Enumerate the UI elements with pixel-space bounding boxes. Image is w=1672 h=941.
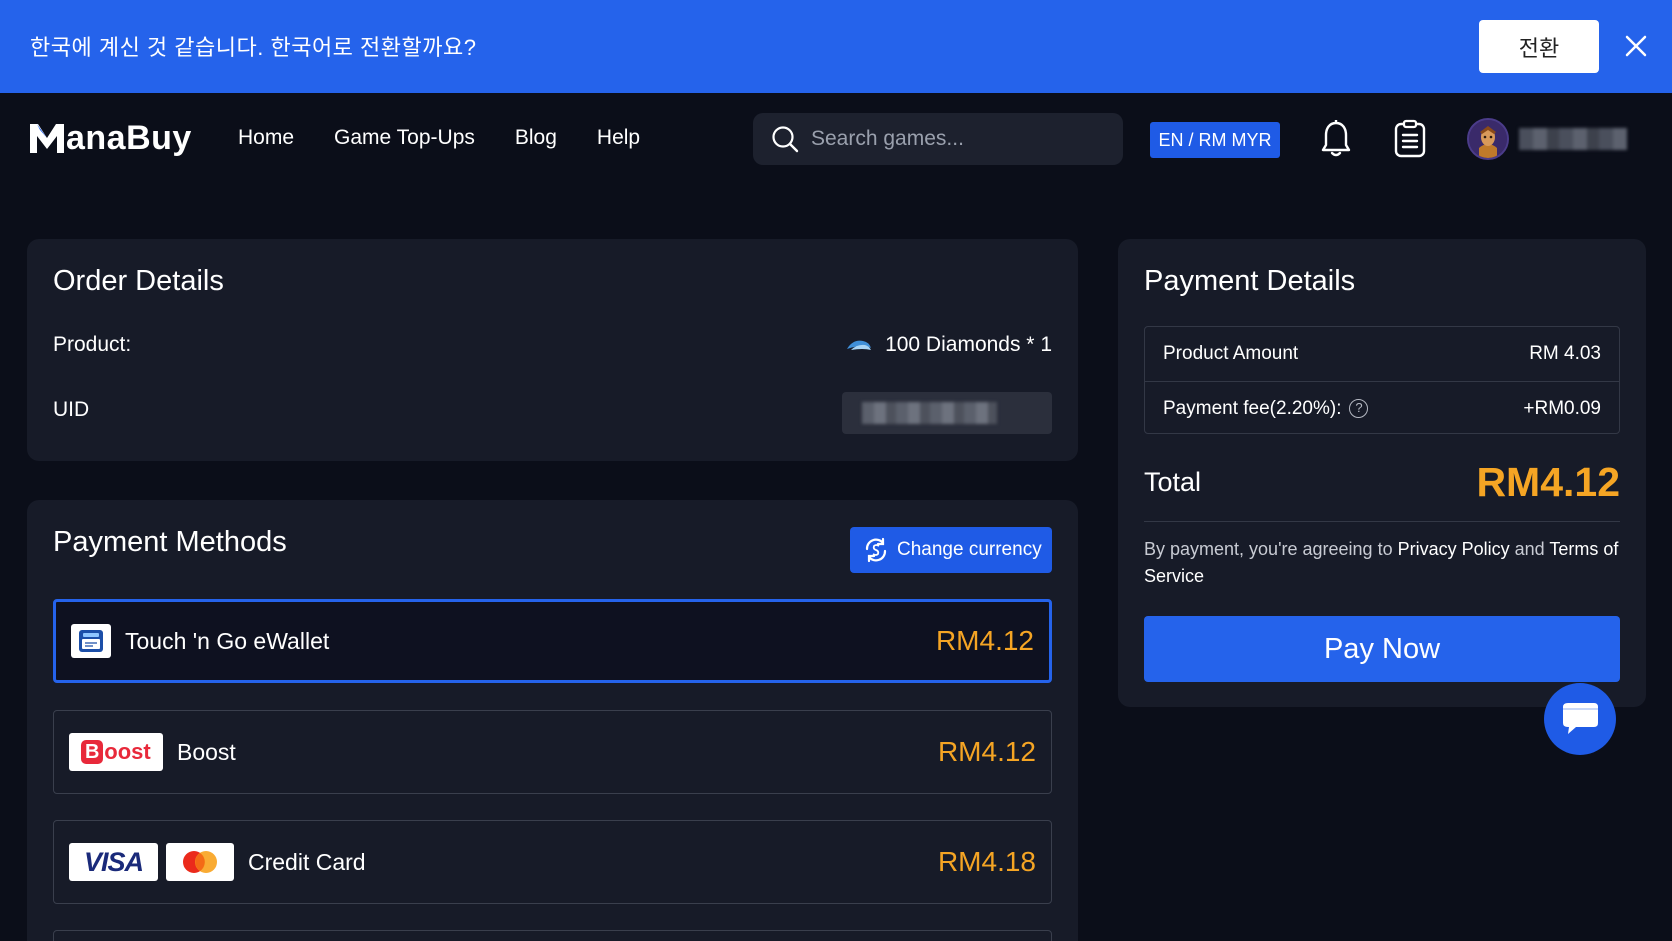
product-amount-row: Product Amount RM 4.03 (1145, 327, 1619, 381)
product-amount-value: RM 4.03 (1529, 343, 1601, 364)
search-bar[interactable] (753, 113, 1123, 165)
payment-method-label: Boost (177, 738, 236, 765)
language-banner-message: 한국에 계신 것 같습니다. 한국어로 전환할까요? (30, 35, 477, 60)
chat-support-button[interactable] (1544, 683, 1616, 755)
nav-home[interactable]: Home (238, 126, 294, 150)
product-name: 100 Diamonds * 1 (885, 333, 1052, 356)
uid-value-redacted (842, 392, 1052, 434)
payment-method-credit-card[interactable]: VISA Credit Card RM4.18 (53, 820, 1052, 904)
nav-blog[interactable]: Blog (515, 126, 557, 150)
brand-m-icon (30, 124, 64, 153)
payment-methods-title: Payment Methods (53, 526, 287, 558)
product-amount-label: Product Amount (1163, 343, 1299, 364)
chat-bubble-icon (1563, 703, 1598, 734)
payment-details-card: Payment Details Product Amount RM 4.03 P… (1118, 239, 1646, 707)
site-header: anaBuy Home Game Top-Ups Blog Help EN / … (0, 93, 1672, 187)
total-label: Total (1144, 467, 1202, 497)
payment-method-price: RM4.18 (937, 846, 1036, 877)
product-label: Product: (53, 333, 132, 356)
payment-fee-value: +RM0.09 (1523, 397, 1601, 419)
search-input[interactable] (811, 127, 1111, 151)
order-details-title: Order Details (53, 265, 224, 297)
orders-button[interactable] (1393, 119, 1427, 159)
language-banner: 한국에 계신 것 같습니다. 한국어로 전환할까요? 전환 (0, 0, 1672, 93)
avatar-character-icon (1469, 120, 1507, 158)
bell-icon (1321, 120, 1351, 157)
payment-fee-row: Payment fee(2.20%): ? +RM0.09 (1145, 381, 1619, 435)
currency-exchange-icon (865, 537, 887, 563)
visa-logo: VISA (69, 843, 158, 881)
agreement-prefix: By payment, you're agreeing to (1144, 539, 1398, 559)
uid-label: UID (53, 398, 90, 421)
payment-breakdown-table: Product Amount RM 4.03 Payment fee(2.20%… (1144, 326, 1620, 434)
payment-fee-label: Payment fee(2.20%): (1163, 397, 1342, 419)
mastercard-logo (166, 843, 234, 881)
divider (1144, 521, 1620, 522)
avatar[interactable] (1467, 118, 1509, 160)
boost-logo: B oost (69, 733, 163, 771)
payment-methods-card: Payment Methods Change currency Touch 'n… (27, 500, 1078, 941)
tng-logo (71, 624, 111, 658)
brand-name: anaBuy (66, 118, 192, 157)
visa-logo-text: VISA (83, 846, 144, 877)
payment-method-price: RM4.12 (935, 625, 1034, 656)
boost-logo-b: B (81, 740, 104, 764)
clipboard-icon (1394, 119, 1426, 158)
change-currency-button[interactable]: Change currency (850, 527, 1052, 573)
switch-language-button[interactable]: 전환 (1479, 20, 1599, 73)
diamond-icon (847, 340, 872, 350)
brand-logo[interactable]: anaBuy (28, 115, 192, 161)
payment-method-more[interactable] (53, 930, 1052, 941)
product-value: 100 Diamonds * 1 (845, 333, 1052, 357)
main-nav: Home Game Top-Ups Blog Help (238, 126, 680, 150)
boost-logo-text: oost (104, 739, 151, 764)
close-banner-button[interactable] (1620, 30, 1652, 62)
tng-ewallet-icon (79, 630, 103, 652)
pay-now-button[interactable]: Pay Now (1144, 616, 1620, 682)
nav-help[interactable]: Help (597, 126, 640, 150)
mastercard-icon (183, 851, 217, 873)
order-details-card: Order Details Product: 100 Diamonds * 1 … (27, 239, 1078, 461)
nav-game-top-ups[interactable]: Game Top-Ups (334, 126, 475, 150)
privacy-policy-link[interactable]: Privacy Policy (1398, 539, 1510, 559)
close-icon (1625, 35, 1647, 57)
payment-method-label: Touch 'n Go eWallet (125, 627, 330, 654)
search-icon (772, 126, 799, 153)
payment-method-boost[interactable]: B oost Boost RM4.12 (53, 710, 1052, 794)
payment-method-price: RM4.12 (937, 736, 1036, 767)
language-currency-button[interactable]: EN / RM MYR (1150, 122, 1280, 158)
payment-method-label: Credit Card (248, 848, 366, 875)
username-redacted (1519, 128, 1627, 150)
question-mark-icon[interactable]: ? (1349, 399, 1369, 418)
notifications-button[interactable] (1320, 119, 1352, 159)
agreement-text: By payment, you're agreeing to Privacy P… (1144, 536, 1620, 590)
total-value: RM4.12 (1476, 459, 1620, 505)
change-currency-label: Change currency (897, 539, 1042, 560)
agreement-and: and (1509, 539, 1550, 559)
payment-method-tng[interactable]: Touch 'n Go eWallet RM4.12 (53, 599, 1052, 683)
payment-details-title: Payment Details (1144, 265, 1356, 297)
